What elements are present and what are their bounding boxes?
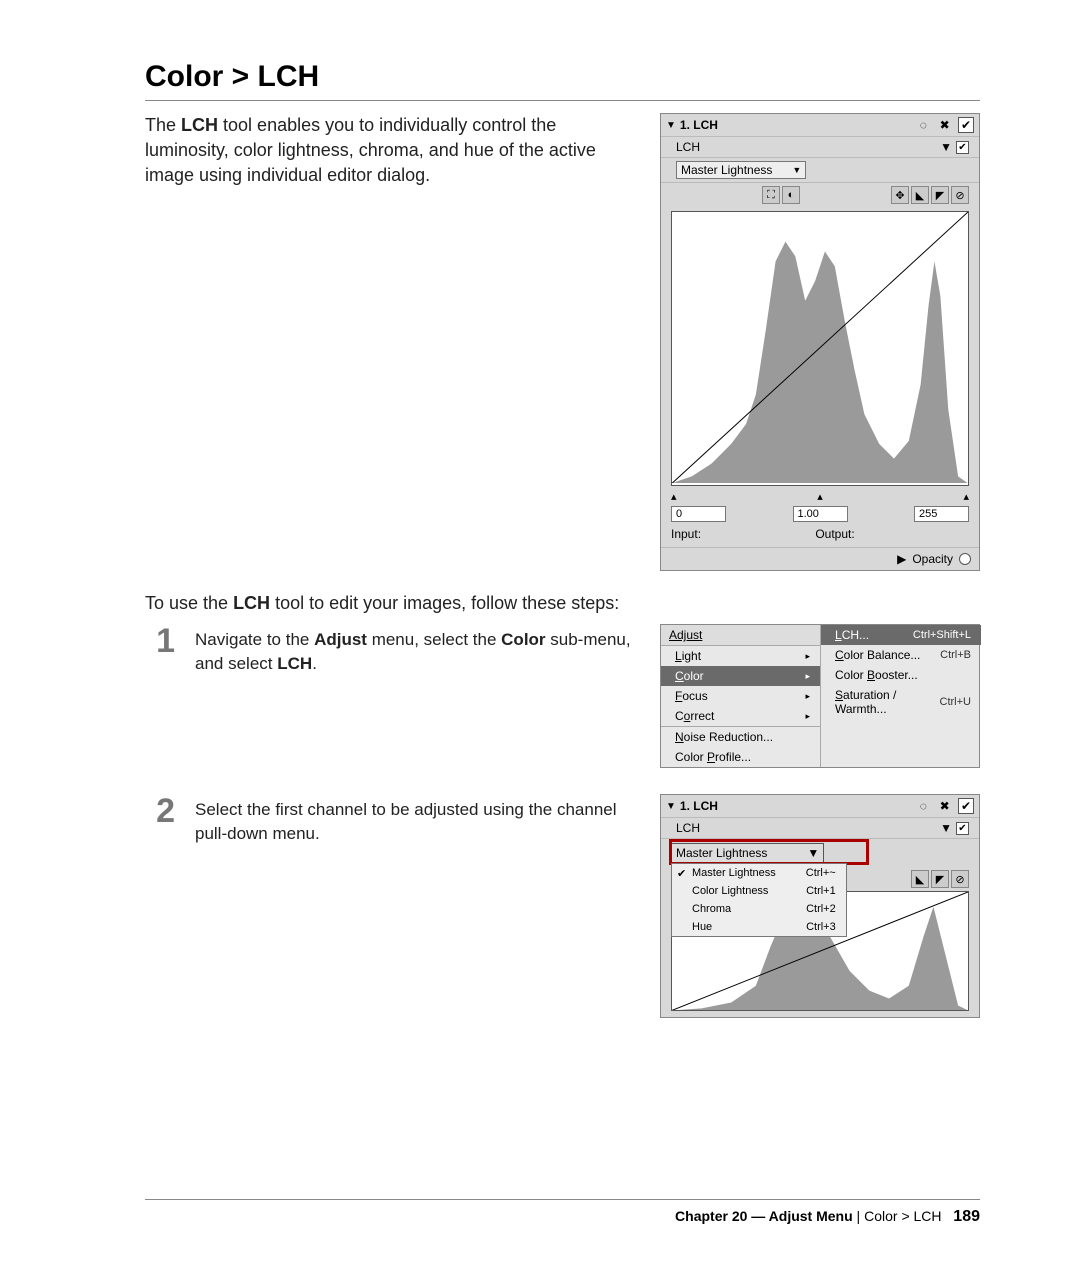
- channel-dropdown[interactable]: Master Lightness ▼: [676, 161, 806, 179]
- adjust-menu-screenshot: Adjust Light▸ Color▸ Focus▸ Correct▸ Noi…: [660, 624, 980, 768]
- collapse-icon[interactable]: ▼: [666, 801, 676, 812]
- page-title: Color > LCH: [145, 60, 980, 101]
- channel-option-hue[interactable]: HueCtrl+3: [672, 918, 846, 936]
- page-footer: Chapter 20 — Adjust Menu | Color > LCH 1…: [145, 1199, 980, 1226]
- white-input[interactable]: 255: [914, 506, 969, 522]
- step2-text: Select the first channel to be adjusted …: [195, 794, 640, 1018]
- enable-checkbox[interactable]: ✔: [956, 822, 969, 835]
- chevron-down-icon: ▼: [940, 821, 952, 835]
- step1-text: Navigate to the Adjust menu, select the …: [195, 624, 640, 768]
- menu-header[interactable]: Adjust: [661, 625, 820, 646]
- expand-icon[interactable]: ▶: [897, 552, 906, 566]
- menu-item-profile[interactable]: Color Profile...: [661, 747, 820, 767]
- opacity-radio[interactable]: [959, 553, 971, 565]
- whitepoint-icon[interactable]: ◤: [931, 186, 949, 204]
- auto-icon[interactable]: ✥: [891, 186, 909, 204]
- blackpoint-icon[interactable]: ◣: [911, 870, 929, 888]
- blackpoint-icon[interactable]: ◣: [911, 186, 929, 204]
- close-icon[interactable]: ✖: [937, 117, 953, 133]
- intro-text: The LCH tool enables you to individually…: [145, 113, 630, 571]
- output-label: Output:: [815, 527, 854, 541]
- reset-icon[interactable]: ◌: [915, 798, 931, 814]
- input-label: Input:: [671, 527, 701, 541]
- panel-header: ▼ 1. LCH ◌ ✖ ✔: [661, 114, 979, 137]
- enable-checkbox[interactable]: ✔: [956, 141, 969, 154]
- submenu-item-colorbalance[interactable]: Color Balance...Ctrl+B: [821, 645, 981, 665]
- apply-checkbox[interactable]: ✔: [958, 117, 974, 133]
- effect-type-dropdown[interactable]: LCH: [676, 821, 936, 835]
- close-icon[interactable]: ✖: [937, 798, 953, 814]
- reset-curve-icon[interactable]: ⊘: [951, 186, 969, 204]
- gamma-input[interactable]: 1.00: [793, 506, 848, 522]
- reset-curve-icon[interactable]: ⊘: [951, 870, 969, 888]
- submenu-item-colorbooster[interactable]: Color Booster...: [821, 665, 981, 685]
- reset-icon[interactable]: ◌: [915, 117, 931, 133]
- histogram-icon[interactable]: ⛶: [762, 186, 780, 204]
- step-number: 1: [145, 624, 175, 768]
- submenu-item-lch[interactable]: LCH...Ctrl+Shift+L: [821, 625, 981, 645]
- menu-item-color[interactable]: Color▸: [661, 666, 820, 686]
- lch-panel-step2: ▼ 1. LCH ◌ ✖ ✔ LCH ▼ ✔ Master Li: [660, 794, 980, 1018]
- black-input[interactable]: 0: [671, 506, 726, 522]
- panel-title: 1. LCH: [680, 799, 913, 813]
- menu-item-correct[interactable]: Correct▸: [661, 706, 820, 726]
- menu-item-light[interactable]: Light▸: [661, 646, 820, 666]
- apply-checkbox[interactable]: ✔: [958, 798, 974, 814]
- chevron-down-icon: ▼: [792, 165, 801, 175]
- whitepoint-icon[interactable]: ◤: [931, 870, 949, 888]
- effect-type-dropdown[interactable]: LCH: [676, 140, 936, 154]
- panel-title: 1. LCH: [680, 118, 913, 132]
- step-number: 2: [145, 794, 175, 1018]
- channel-option-master[interactable]: Master LightnessCtrl+~: [672, 864, 846, 882]
- lch-panel: ▼ 1. LCH ◌ ✖ ✔ LCH ▼ ✔ Master Lightness: [660, 113, 980, 571]
- menu-item-noise[interactable]: Noise Reduction...: [661, 726, 820, 747]
- curve-editor[interactable]: [671, 211, 969, 486]
- slider-markers: ▴▴▴: [661, 490, 979, 503]
- channel-label: Master Lightness: [681, 163, 772, 177]
- channel-option-chroma[interactable]: ChromaCtrl+2: [672, 900, 846, 918]
- channel-option-colorlight[interactable]: Color LightnessCtrl+1: [672, 882, 846, 900]
- channel-menu: Master LightnessCtrl+~ Color LightnessCt…: [671, 863, 847, 937]
- curve-toolbar: ⛶ ◐ ✥ ◣ ◤ ⊘: [661, 183, 979, 207]
- opacity-label: Opacity: [912, 552, 953, 566]
- eye-icon[interactable]: ◐: [782, 186, 800, 204]
- highlight-box: [669, 839, 869, 865]
- submenu-item-saturation[interactable]: Saturation / Warmth...Ctrl+U: [821, 685, 981, 719]
- chevron-down-icon: ▼: [940, 140, 952, 154]
- collapse-icon[interactable]: ▼: [666, 120, 676, 131]
- steps-intro: To use the LCH tool to edit your images,…: [145, 593, 980, 614]
- menu-item-focus[interactable]: Focus▸: [661, 686, 820, 706]
